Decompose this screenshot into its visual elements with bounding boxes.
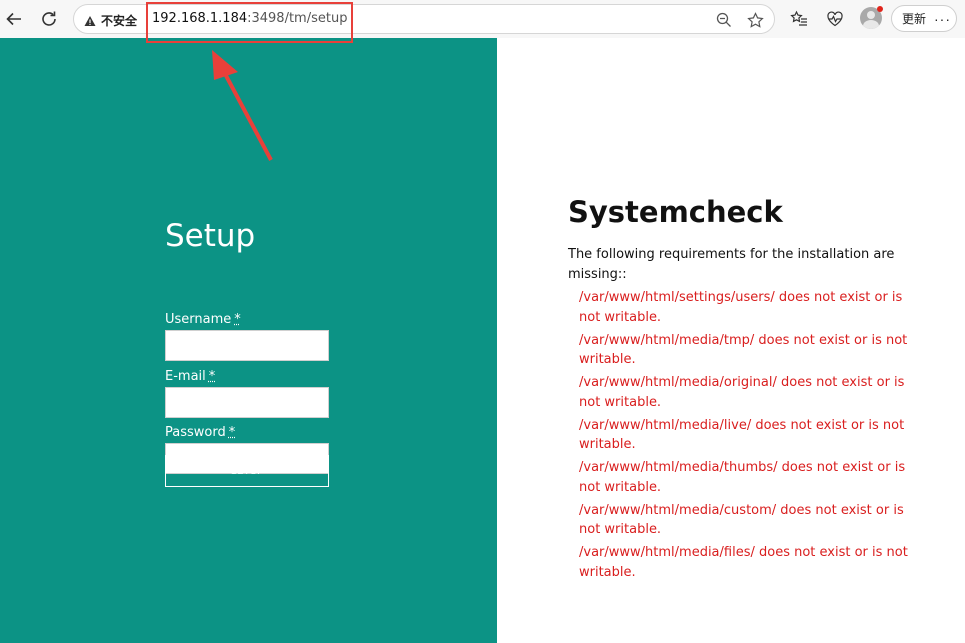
security-label: 不安全	[101, 14, 138, 28]
error-item: /var/www/html/media/files/ does not exis…	[579, 545, 908, 580]
zoom-out-icon[interactable]	[714, 10, 734, 30]
update-button[interactable]: 更新 ···	[891, 5, 957, 32]
browser-toolbar: 不安全 192.168.1.184:3498/tm/setup 更新 ···	[0, 0, 965, 38]
error-item: /var/www/html/media/original/ does not e…	[579, 375, 905, 410]
error-list: /var/www/html/settings/users/ does not e…	[579, 288, 924, 586]
error-item: /var/www/html/media/live/ does not exist…	[579, 417, 905, 453]
systemcheck-description: The following requirements for the insta…	[568, 247, 895, 282]
error-item: /var/www/html/media/custom/ does not exi…	[579, 502, 904, 538]
health-monitor-icon[interactable]	[823, 7, 847, 31]
favorites-list-icon[interactable]	[787, 7, 811, 31]
email-label: E-mail *	[165, 369, 216, 384]
error-item: /var/www/html/settings/users/ does not e…	[579, 290, 903, 325]
username-input[interactable]	[165, 330, 329, 361]
required-mark: *	[234, 312, 241, 327]
systemcheck-title: Systemcheck	[568, 195, 783, 229]
warning-triangle-icon	[84, 15, 96, 26]
error-item: /var/www/html/media/thumbs/ does not exi…	[579, 460, 906, 495]
password-label: Password *	[165, 425, 236, 440]
setup-button[interactable]: SETUP	[165, 455, 329, 487]
username-label: Username *	[165, 312, 241, 327]
more-dots-icon: ···	[934, 10, 952, 27]
security-warning[interactable]: 不安全	[84, 12, 137, 29]
refresh-icon[interactable]	[37, 7, 61, 31]
url-highlight-box	[146, 2, 353, 43]
update-label: 更新	[902, 12, 927, 26]
back-arrow-icon[interactable]	[2, 7, 26, 31]
setup-title: Setup	[165, 218, 256, 254]
required-mark: *	[208, 369, 216, 384]
notification-dot	[877, 6, 883, 12]
email-input[interactable]	[165, 387, 329, 418]
favorite-star-icon[interactable]	[745, 10, 765, 30]
required-mark: *	[228, 425, 236, 440]
error-item: /var/www/html/media/tmp/ does not exist …	[579, 332, 908, 368]
